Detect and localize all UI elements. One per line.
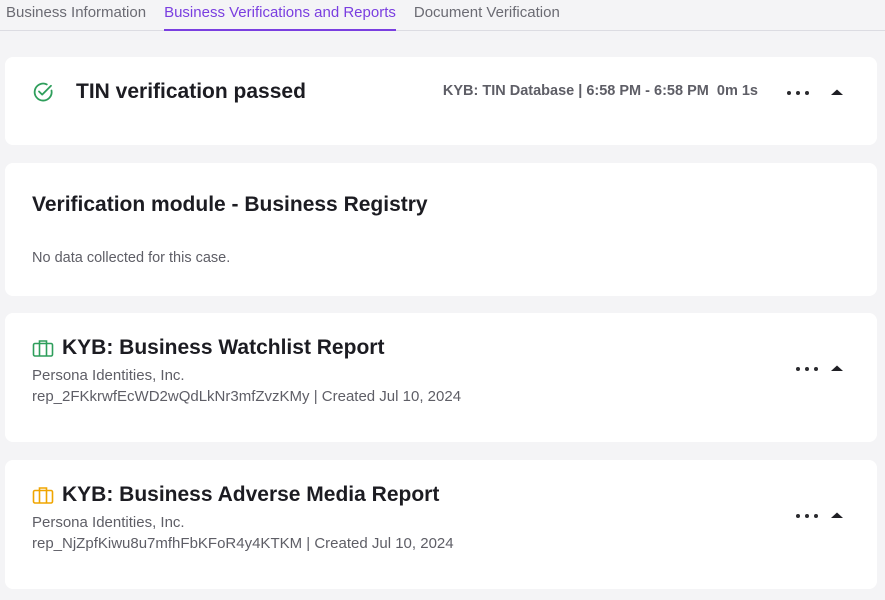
check-circle-icon xyxy=(33,82,53,102)
more-options-button[interactable] xyxy=(796,510,818,522)
dot xyxy=(814,367,818,371)
tab-business-verifications-and-reports[interactable]: Business Verifications and Reports xyxy=(164,0,396,31)
dot xyxy=(805,91,809,95)
dot xyxy=(796,367,800,371)
report-company: Persona Identities, Inc. xyxy=(32,514,185,531)
tab-document-verification[interactable]: Document Verification xyxy=(414,0,560,31)
tab-business-information[interactable]: Business Information xyxy=(6,0,146,31)
dot xyxy=(814,514,818,518)
more-options-button[interactable] xyxy=(796,363,818,375)
dot xyxy=(796,91,800,95)
collapse-caret-icon[interactable] xyxy=(829,510,845,520)
report-title: KYB: Business Adverse Media Report xyxy=(62,483,440,506)
dot xyxy=(787,91,791,95)
watchlist-report-card: KYB: Business Watchlist Report Persona I… xyxy=(5,313,877,442)
more-options-button[interactable] xyxy=(787,87,809,99)
report-title: KYB: Business Watchlist Report xyxy=(62,336,385,359)
dot xyxy=(805,514,809,518)
adverse-media-report-card: KYB: Business Adverse Media Report Perso… xyxy=(5,460,877,589)
briefcase-icon xyxy=(32,340,54,357)
tin-verification-card: TIN verification passed KYB: TIN Databas… xyxy=(5,57,877,145)
report-reference: rep_2FKkrwfEcWD2wQdLkNr3mfZvzKMy | Creat… xyxy=(32,388,462,405)
dot xyxy=(805,367,809,371)
tin-verification-title: TIN verification passed xyxy=(76,80,306,103)
briefcase-icon xyxy=(32,487,54,504)
dot xyxy=(796,514,800,518)
tab-bar: Business Information Business Verificati… xyxy=(0,0,885,31)
business-registry-module-card: Verification module - Business Registry … xyxy=(5,163,877,296)
report-company: Persona Identities, Inc. xyxy=(32,367,185,384)
report-reference: rep_NjZpfKiwu8u7mfhFbKFoR4y4KTKM | Creat… xyxy=(32,535,454,552)
collapse-caret-icon[interactable] xyxy=(829,363,845,373)
module-empty-text: No data collected for this case. xyxy=(32,250,231,266)
tin-verification-meta: KYB: TIN Database | 6:58 PM - 6:58 PM 0m… xyxy=(442,83,758,99)
collapse-caret-icon[interactable] xyxy=(829,87,845,97)
module-title: Verification module - Business Registry xyxy=(32,193,428,216)
